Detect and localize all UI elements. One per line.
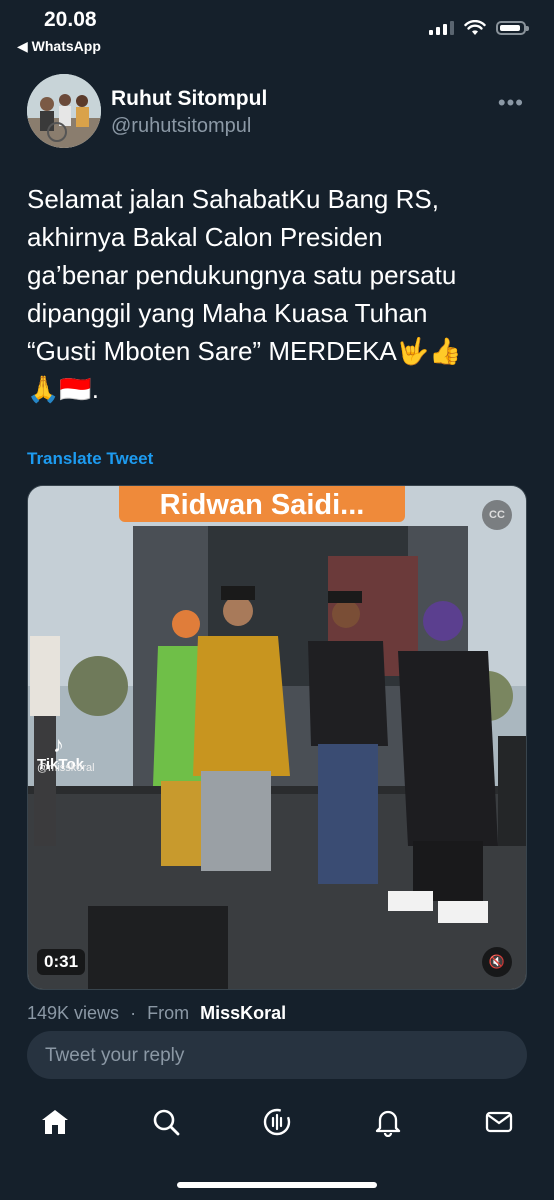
translate-tweet-link[interactable]: Translate Tweet bbox=[27, 449, 153, 469]
video-frame bbox=[28, 486, 526, 989]
mute-icon[interactable]: 🔇 bbox=[482, 947, 512, 977]
video-duration: 0:31 bbox=[37, 949, 86, 975]
video-player[interactable]: Ridwan Saidi... CC ♪ TikTok @missk0ral 0… bbox=[27, 485, 527, 990]
author-name[interactable]: Ruhut Sitompul bbox=[111, 87, 267, 111]
tiktok-username: @missk0ral bbox=[37, 762, 95, 774]
bottom-tab-bar bbox=[0, 1092, 554, 1152]
back-to-whatsapp-link[interactable]: ◀ WhatsApp bbox=[17, 38, 101, 55]
closed-captions-icon[interactable]: CC bbox=[482, 500, 512, 530]
tweet-stats: 149K views · From MissKoral bbox=[27, 1003, 286, 1021]
search-icon bbox=[153, 1109, 180, 1136]
reply-bar[interactable] bbox=[27, 1031, 527, 1081]
battery-icon bbox=[496, 21, 529, 35]
home-indicator[interactable] bbox=[177, 1182, 377, 1188]
messages-icon bbox=[485, 1111, 513, 1133]
views-count: 149K views bbox=[27, 1003, 120, 1021]
tab-spaces[interactable] bbox=[259, 1104, 295, 1140]
tab-search[interactable] bbox=[148, 1104, 184, 1140]
reply-input[interactable] bbox=[43, 1031, 511, 1081]
tab-notifications[interactable] bbox=[370, 1104, 406, 1140]
from-label: From bbox=[147, 1003, 190, 1021]
tweet-text: Selamat jalan SahabatKu Bang RS, akhirny… bbox=[27, 184, 462, 404]
author-handle[interactable]: @ruhutsitompul bbox=[111, 115, 251, 138]
status-icons bbox=[429, 20, 529, 36]
tab-home[interactable] bbox=[37, 1104, 73, 1140]
tiktok-logo-icon: ♪ bbox=[53, 732, 64, 757]
from-user-link[interactable]: MissKoral bbox=[200, 1003, 286, 1021]
avatar[interactable] bbox=[27, 74, 101, 148]
notifications-icon bbox=[375, 1110, 401, 1137]
status-time: 20.08 bbox=[44, 8, 97, 31]
tab-messages[interactable] bbox=[481, 1104, 517, 1140]
video-caption-text: Ridwan Saidi... bbox=[119, 486, 405, 522]
more-options-icon[interactable]: ••• bbox=[498, 90, 524, 116]
spaces-icon bbox=[263, 1108, 291, 1136]
home-icon bbox=[42, 1110, 68, 1134]
wifi-icon bbox=[464, 20, 486, 35]
cellular-signal-icon bbox=[429, 21, 454, 35]
stats-separator: · bbox=[130, 1003, 137, 1021]
